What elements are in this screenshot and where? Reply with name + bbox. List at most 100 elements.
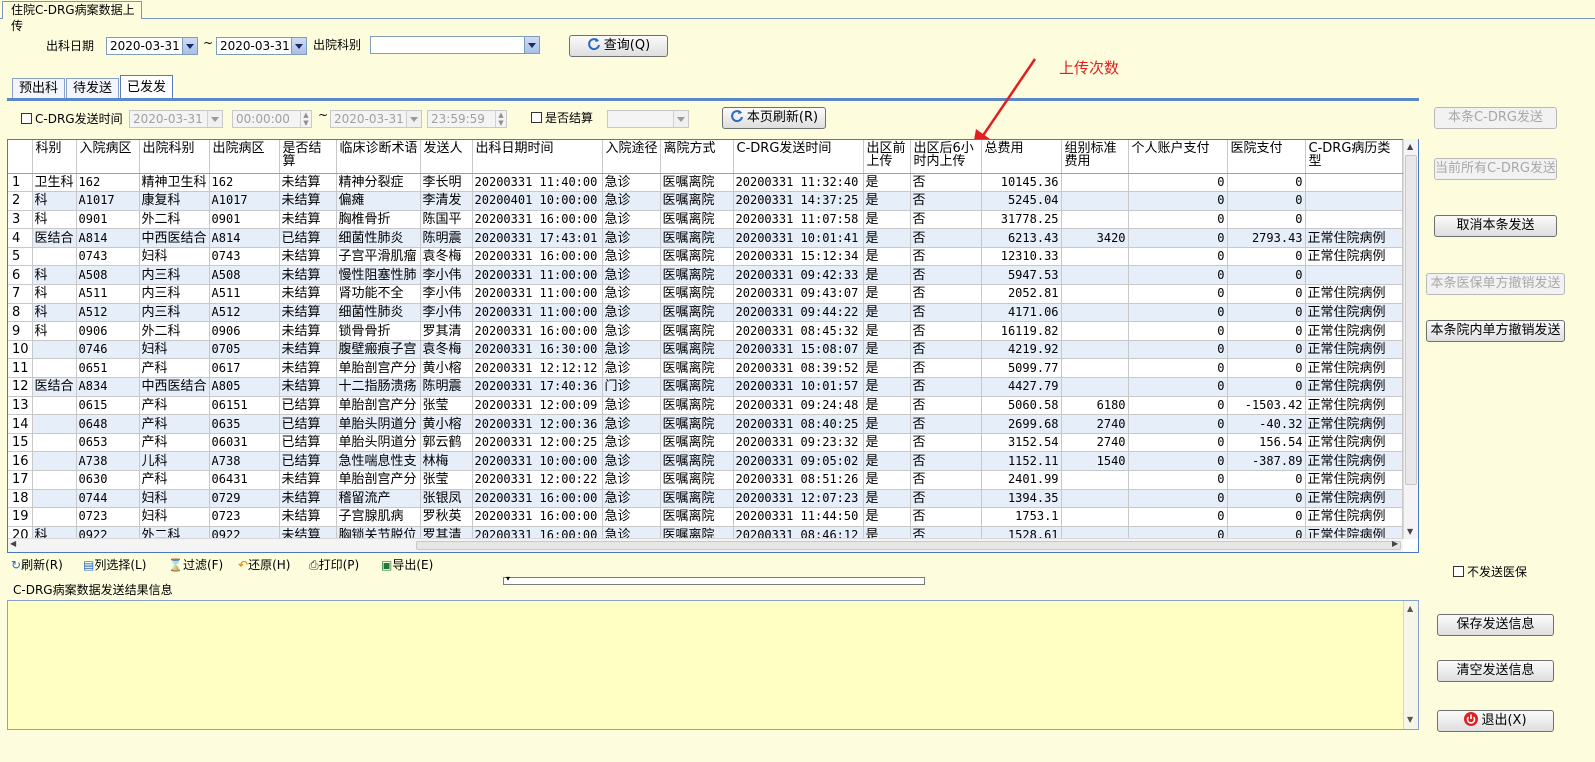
table-row[interactable]: 17 0630 产科 06431 未结算 单胎剖宫产分 张莹 20200331 12:00:2… (8, 470, 1403, 490)
table-cell (1061, 340, 1129, 360)
table-row[interactable]: 5 0743 妇科 0743 未结算 子宫平滑肌瘤 袁冬梅 20200331 16:00:00… (8, 247, 1403, 267)
table-row[interactable]: 19 0723 妇科 0723 未结算 子宫腺肌病 罗秋英 20200331 16:00:00… (8, 507, 1403, 527)
cancel-send-button[interactable]: 取消本条发送 (1434, 215, 1557, 237)
table-row[interactable]: 9 科 0906 外二科 0906 未结算 锁骨骨折 罗其清 20200331 16:00:00… (8, 321, 1403, 341)
table-row[interactable]: 3 科 0901 外二科 0901 未结算 胸椎骨折 陈国平 20200331 16:00:00… (8, 210, 1403, 230)
chevron-down-icon[interactable] (207, 111, 222, 127)
chevron-down-icon[interactable] (182, 38, 197, 54)
column-header[interactable]: 入院病区 (76, 140, 140, 174)
table-vertical-scrollbar[interactable]: ▲ ▼ (1403, 139, 1418, 539)
table-cell (1061, 191, 1129, 211)
table-row[interactable]: 4 医结合 A814 中西医结合 A814 已结算 细菌性肺炎 陈明震 20200331 17:… (8, 228, 1403, 248)
message-textarea[interactable]: ▲ ▼ (7, 600, 1419, 730)
table-row[interactable]: 8 科 A512 内三科 A512 未结算 细菌性肺炎 李小伟 20200331 11:00:0… (8, 303, 1403, 323)
table-row[interactable]: 15 0653 产科 06031 已结算 单胎头阴道分 郭云鹤 20200331 12:00:… (8, 433, 1403, 453)
refresh-icon (731, 110, 743, 123)
date-from-picker[interactable]: 2020-03-31 (106, 37, 198, 55)
revoke-insurance-button[interactable]: 本条医保单方撤销发送 (1426, 273, 1565, 295)
column-header[interactable]: 个人账户支付 (1128, 140, 1228, 174)
scroll-down-icon[interactable]: ▼ (1407, 527, 1413, 536)
chevron-down-icon[interactable] (406, 111, 421, 127)
clear-info-button[interactable]: 清空发送信息 (1437, 660, 1554, 682)
column-header[interactable]: 临床诊断术语 (336, 140, 421, 174)
send-all-button[interactable]: 当前所有C-DRG发送 (1434, 158, 1557, 180)
column-header[interactable]: 出院病区 (209, 140, 280, 174)
save-info-button[interactable]: 保存发送信息 (1437, 614, 1554, 636)
message-scrollbar[interactable]: ▲ ▼ (1403, 601, 1418, 729)
column-header[interactable]: 是否结算 (279, 140, 337, 174)
hscroll-thumb[interactable] (416, 541, 1401, 550)
export-tool[interactable]: ▣导出(E) (381, 556, 433, 574)
send-time-checkbox[interactable] (21, 113, 32, 124)
date-to-picker[interactable]: 2020-03-31 (216, 37, 307, 55)
tab-sent[interactable]: 已发发 (120, 75, 173, 99)
query-button[interactable]: 查询(Q) (569, 35, 668, 57)
no-insurance-option[interactable]: 不发送医保 (1453, 563, 1527, 581)
restore-tool[interactable]: ↶还原(H) (238, 556, 290, 574)
column-header[interactable]: 科别 (32, 140, 77, 174)
refresh-page-button[interactable]: 本页刷新(R) (722, 107, 826, 129)
table-cell: 否 (910, 377, 982, 397)
column-header[interactable]: 医院支付 (1227, 140, 1306, 174)
refresh-tool[interactable]: ↻刷新(R) (11, 556, 63, 574)
chevron-down-icon[interactable] (673, 111, 688, 127)
send-from-time[interactable]: 00:00:00 ▲ ▼ (232, 110, 312, 128)
send-to-date[interactable]: 2020-03-31 (330, 110, 422, 128)
column-header[interactable]: C-DRG病历类型 (1305, 140, 1403, 174)
window-tab[interactable]: 住院C-DRG病案数据上传 (2, 1, 142, 33)
scroll-down-icon[interactable]: ▼ (1407, 715, 1413, 724)
column-header[interactable]: 组别标准费用 (1061, 140, 1129, 174)
tab-pre-discharge[interactable]: 预出科 (12, 78, 65, 99)
filter-tool[interactable]: ⌛过滤(F) (168, 556, 223, 574)
column-header[interactable]: 离院方式 (660, 140, 734, 174)
table-row[interactable]: 2 科 A1017 康复科 A1017 未结算 偏瘫 李清发 20200401 10:00:00… (8, 191, 1403, 211)
revoke-hospital-button[interactable]: 本条院内单方撤销发送 (1426, 320, 1565, 342)
table-cell: 急诊 (602, 340, 661, 360)
table-row[interactable]: 14 0648 产科 0635 已结算 单胎头阴道分 黄小榕 20200331 12:00:3… (8, 414, 1403, 434)
discharge-dept-select[interactable] (370, 36, 540, 54)
column-header[interactable] (8, 140, 33, 174)
spinner-icon[interactable]: ▲ ▼ (495, 111, 506, 127)
scroll-left-icon[interactable]: ◀ (10, 539, 16, 548)
send-from-date[interactable]: 2020-03-31 (129, 110, 223, 128)
column-header[interactable]: 出区前上传 (863, 140, 911, 174)
scroll-thumb[interactable] (1405, 155, 1417, 485)
settled-select[interactable] (607, 110, 689, 128)
column-header[interactable]: 总费用 (981, 140, 1062, 174)
send-to-time[interactable]: 23:59:59 ▲ ▼ (427, 110, 507, 128)
send-this-button[interactable]: 本条C-DRG发送 (1434, 107, 1557, 129)
column-header[interactable]: 出区后6小时内上传 (910, 140, 982, 174)
scroll-right-icon[interactable]: ▶ (1392, 539, 1398, 548)
chevron-down-icon[interactable] (524, 37, 539, 53)
table-row[interactable]: 10 0746 妇科 0705 未结算 腹壁瘢痕子宫 袁冬梅 20200331 16:30:0… (8, 340, 1403, 360)
table-row[interactable]: 16 A738 儿科 A738 已结算 急性喘息性支 林梅 20200331 10:00:00… (8, 451, 1403, 471)
table-cell: 陈明震 (420, 377, 473, 397)
table-row[interactable]: 13 0615 产科 06151 已结算 单胎剖宫产分 张莹 20200331 12:00:0… (8, 396, 1403, 416)
table-row[interactable]: 1 卫生科 162 精神卫生科 162 未结算 精神分裂症 李长明 20200331 11:40… (8, 173, 1403, 193)
column-header[interactable]: 出科日期时间 (472, 140, 603, 174)
table-horizontal-scrollbar[interactable]: ◀ ▶ (8, 538, 1403, 552)
settled-checkbox[interactable] (531, 112, 542, 123)
scroll-up-icon[interactable]: ▲ (1407, 604, 1413, 613)
column-header[interactable]: C-DRG发送时间 (733, 140, 864, 174)
column-header[interactable]: 入院途径 (602, 140, 661, 174)
table-row[interactable]: 12 医结合 A834 中西医结合 A805 未结算 十二指肠溃疡 陈明震 20200331 1… (8, 377, 1403, 397)
column-select-tool[interactable]: ▤列选择(L) (83, 556, 146, 574)
table-cell (32, 340, 77, 360)
tab-pending[interactable]: 待发送 (66, 78, 119, 99)
column-header[interactable]: 出院科别 (139, 140, 210, 174)
table-row[interactable]: 18 0744 妇科 0729 未结算 稽留流产 张银凤 20200331 16:00:00 急… (8, 489, 1403, 509)
column-header[interactable]: 发送人 (420, 140, 473, 174)
chevron-down-icon[interactable] (291, 38, 306, 54)
print-tool[interactable]: ⎙打印(P) (309, 556, 359, 574)
settled-filter[interactable]: 是否结算 (531, 109, 593, 127)
table-row[interactable]: 6 科 A508 内三科 A508 未结算 慢性阻塞性肺 李小伟 20200331 11:00:… (8, 265, 1403, 286)
scroll-up-icon[interactable]: ▲ (1407, 142, 1413, 151)
panel-splitter[interactable]: ▾ (503, 574, 925, 585)
spinner-icon[interactable]: ▲ ▼ (300, 111, 311, 127)
table-row[interactable]: 11 0651 产科 0617 未结算 单胎剖宫产分 黄小榕 20200331 12:12:1… (8, 358, 1403, 379)
table-row[interactable]: 7 科 A511 内三科 A511 未结算 肾功能不全 李小伟 20200331 11:00:0… (8, 284, 1403, 304)
no-insurance-checkbox[interactable] (1453, 566, 1464, 577)
send-time-filter[interactable]: C-DRG发送时间 (21, 110, 123, 128)
exit-button[interactable]: 退出(X) (1437, 710, 1554, 732)
